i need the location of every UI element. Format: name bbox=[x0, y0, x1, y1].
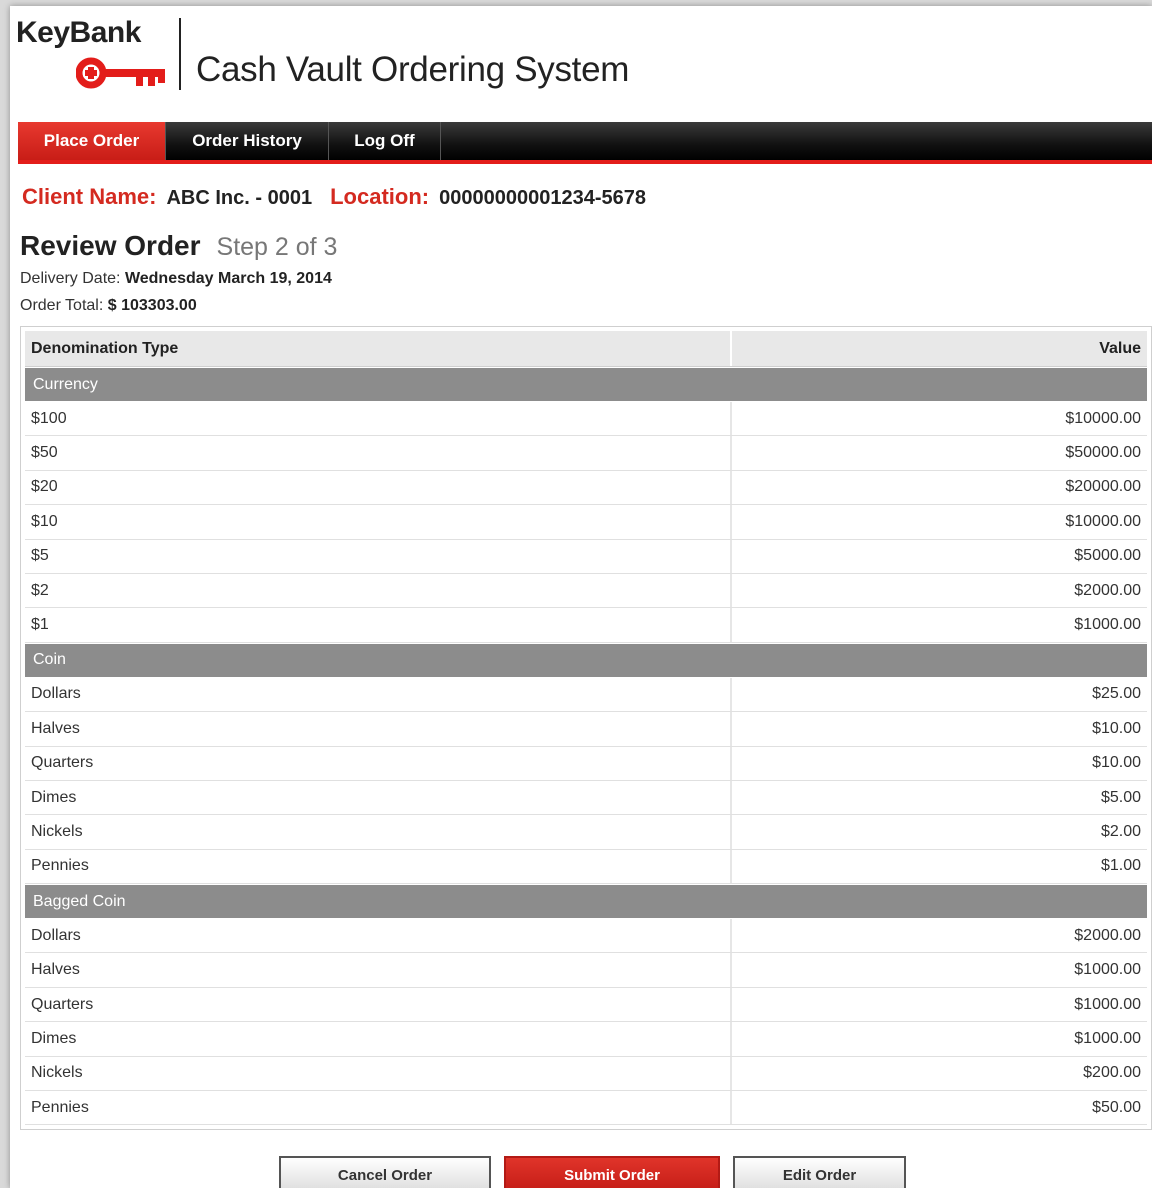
order-total: Order Total: $ 103303.00 bbox=[20, 297, 197, 315]
table-row: Dollars $25.00 bbox=[25, 677, 1147, 713]
value-cell: $2000.00 bbox=[1074, 581, 1141, 599]
denomination-cell: Nickels bbox=[25, 815, 732, 849]
key-icon bbox=[76, 57, 165, 89]
order-total-label: Order Total: bbox=[20, 297, 104, 314]
denomination-cell: Dollars bbox=[25, 677, 732, 712]
denomination-cell: $100 bbox=[25, 402, 732, 436]
denomination-cell: Dimes bbox=[25, 1022, 732, 1056]
table-row: Pennies $50.00 bbox=[25, 1091, 1147, 1126]
table-row: $10 $10000.00 bbox=[25, 505, 1147, 540]
denomination-cell: Nickels bbox=[25, 1056, 732, 1091]
review-header: Review Order Step 2 of 3 bbox=[20, 230, 337, 262]
col-header-denomination: Denomination Type bbox=[25, 331, 732, 366]
value-cell: $1000.00 bbox=[1074, 995, 1141, 1013]
step-indicator: Step 2 of 3 bbox=[216, 233, 338, 261]
table-row: Dimes $1000.00 bbox=[25, 1022, 1147, 1057]
table-row: Nickels $200.00 bbox=[25, 1056, 1147, 1092]
section-bagged-coin: Bagged Coin bbox=[25, 885, 1147, 919]
table-row: $20 $20000.00 bbox=[25, 470, 1147, 506]
table-row: Halves $1000.00 bbox=[25, 953, 1147, 988]
denomination-cell: $10 bbox=[25, 505, 732, 539]
value-cell: $200.00 bbox=[1083, 1064, 1141, 1082]
table-row: Quarters $1000.00 bbox=[25, 987, 1147, 1023]
value-cell: $50.00 bbox=[1092, 1098, 1141, 1116]
denomination-cell: $5 bbox=[25, 539, 732, 573]
value-cell: $1.00 bbox=[1100, 857, 1141, 875]
denomination-cell: $50 bbox=[25, 436, 732, 470]
value-cell: $2.00 bbox=[1100, 822, 1141, 840]
tab-place-order[interactable]: Place Order bbox=[18, 122, 166, 160]
value-cell: $10.00 bbox=[1092, 754, 1141, 772]
table-row: Halves $10.00 bbox=[25, 712, 1147, 747]
location-value: 00000000001234-5678 bbox=[439, 187, 646, 209]
order-table: Denomination Type Value Currency $100 $10… bbox=[20, 326, 1152, 1131]
value-cell: $1000.00 bbox=[1074, 1029, 1141, 1047]
section-currency: Currency bbox=[25, 368, 1147, 401]
table-row: $1 $1000.00 bbox=[25, 608, 1147, 643]
denomination-cell: Dollars bbox=[25, 919, 732, 953]
denomination-cell: $2 bbox=[25, 573, 732, 608]
app-title: Cash Vault Ordering System bbox=[196, 50, 630, 89]
value-cell: $20000.00 bbox=[1065, 478, 1141, 496]
delivery-date-label: Delivery Date: bbox=[20, 270, 121, 287]
keybank-logo: KeyBank bbox=[16, 16, 176, 96]
tab-order-history[interactable]: Order History bbox=[166, 122, 329, 160]
value-cell: $50000.00 bbox=[1065, 444, 1141, 462]
denomination-cell: Quarters bbox=[25, 746, 732, 780]
order-total-value: $ 103303.00 bbox=[107, 297, 197, 314]
value-cell: $10.00 bbox=[1092, 719, 1141, 737]
table-row: $50 $50000.00 bbox=[25, 436, 1147, 471]
table-row: Dimes $5.00 bbox=[25, 780, 1147, 816]
table-row: Nickels $2.00 bbox=[25, 815, 1147, 850]
edit-order-button[interactable]: Edit Order bbox=[733, 1156, 906, 1188]
denomination-cell: $20 bbox=[25, 470, 732, 505]
denomination-cell: Pennies bbox=[25, 1091, 732, 1125]
value-cell: $10000.00 bbox=[1065, 409, 1141, 427]
value-cell: $5.00 bbox=[1100, 788, 1141, 806]
denomination-cell: Pennies bbox=[25, 849, 732, 884]
client-name-value: ABC Inc. - 0001 bbox=[166, 187, 313, 209]
table-row: Pennies $1.00 bbox=[25, 849, 1147, 885]
value-cell: $1000.00 bbox=[1074, 616, 1141, 634]
tab-log-off[interactable]: Log Off bbox=[329, 122, 441, 160]
delivery-date: Delivery Date: Wednesday March 19, 2014 bbox=[20, 270, 332, 288]
submit-order-button[interactable]: Submit Order bbox=[504, 1156, 720, 1188]
cancel-order-button[interactable]: Cancel Order bbox=[279, 1156, 491, 1188]
header-divider bbox=[179, 18, 181, 90]
denomination-cell: $1 bbox=[25, 608, 732, 642]
page-title: Review Order bbox=[20, 230, 201, 261]
value-cell: $10000.00 bbox=[1065, 512, 1141, 530]
table-row: $100 $10000.00 bbox=[25, 402, 1147, 437]
location-label: Location: bbox=[330, 184, 430, 209]
denomination-cell: Halves bbox=[25, 712, 732, 746]
table-row: Dollars $2000.00 bbox=[25, 919, 1147, 954]
main-nav: Place Order Order History Log Off bbox=[18, 122, 1152, 164]
table-row: Quarters $10.00 bbox=[25, 746, 1147, 781]
value-cell: $5000.00 bbox=[1074, 547, 1141, 565]
denomination-cell: Dimes bbox=[25, 780, 732, 815]
col-header-value: Value bbox=[1099, 339, 1141, 357]
section-coin: Coin bbox=[25, 643, 1147, 677]
table-row: $5 $5000.00 bbox=[25, 539, 1147, 574]
value-cell: $2000.00 bbox=[1074, 926, 1141, 944]
value-cell: $25.00 bbox=[1092, 685, 1141, 703]
denomination-cell: Halves bbox=[25, 953, 732, 987]
delivery-date-value: Wednesday March 19, 2014 bbox=[124, 270, 332, 287]
value-cell: $1000.00 bbox=[1074, 961, 1141, 979]
denomination-cell: Quarters bbox=[25, 987, 732, 1022]
page: KeyBank Cash Vault Ordering System Place… bbox=[10, 6, 1152, 1188]
client-name-label: Client Name: bbox=[22, 184, 157, 209]
table-header: Denomination Type Value bbox=[25, 331, 1147, 367]
table-row: $2 $2000.00 bbox=[25, 573, 1147, 609]
logo-wordmark: KeyBank bbox=[16, 16, 141, 49]
client-info: Client Name: ABC Inc. - 0001 Location: 0… bbox=[22, 184, 646, 210]
